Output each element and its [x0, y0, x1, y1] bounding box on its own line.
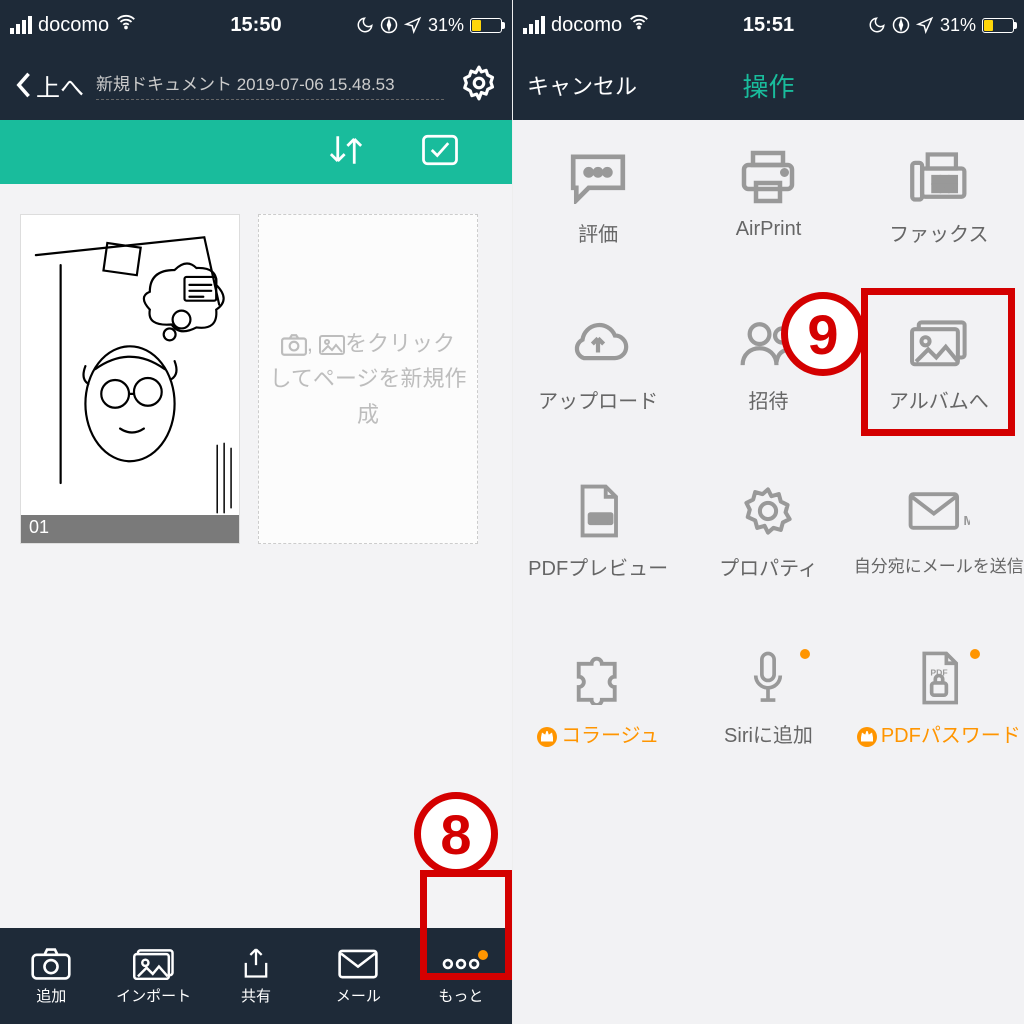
- puzzle-icon: [567, 651, 629, 705]
- action-pdf-preview[interactable]: PDF PDFプレビュー: [513, 484, 683, 581]
- image-icon: [319, 334, 345, 356]
- share-icon: [235, 947, 277, 981]
- action-rate[interactable]: 評価: [513, 150, 683, 247]
- premium-badge-icon: [857, 727, 877, 747]
- battery-pct: 31%: [428, 15, 464, 36]
- svg-text:PDF: PDF: [592, 515, 611, 525]
- page-title: 操作: [742, 67, 794, 104]
- annotation-9: 9: [781, 292, 865, 376]
- notification-dot: [970, 649, 980, 659]
- camera-icon: [281, 334, 307, 356]
- sketch-preview: [21, 215, 239, 543]
- mail-icon: [337, 947, 379, 981]
- location-icon: [404, 16, 422, 34]
- chat-icon: [567, 150, 629, 204]
- action-fax[interactable]: ファックス: [854, 150, 1024, 247]
- annotation-8: 8: [414, 792, 498, 876]
- cancel-button[interactable]: キャンセル: [527, 69, 637, 101]
- action-collage[interactable]: コラージュ: [513, 651, 683, 748]
- notification-dot: [800, 649, 810, 659]
- action-airprint[interactable]: AirPrint: [683, 150, 853, 247]
- select-button[interactable]: [418, 128, 462, 177]
- highlight-box-9: [861, 288, 1015, 436]
- tab-add[interactable]: 追加: [0, 928, 102, 1024]
- mail-me-icon: ME: [908, 484, 970, 538]
- signal-icon: [523, 16, 545, 34]
- highlight-box-8: [420, 870, 512, 980]
- page-number-badge: 01: [21, 515, 239, 543]
- wifi-icon: [115, 11, 137, 39]
- wifi-icon: [628, 11, 650, 39]
- premium-badge-icon: [537, 727, 557, 747]
- battery-icon: [470, 18, 502, 33]
- clock-label: 15:51: [743, 14, 794, 37]
- add-page-hint: , をクリック してページを新規作成: [259, 326, 477, 432]
- add-page-tile[interactable]: , をクリック してページを新規作成: [258, 214, 478, 544]
- dnd-icon: [356, 16, 374, 34]
- sort-button[interactable]: [324, 128, 368, 177]
- compass-icon: [892, 16, 910, 34]
- compass-icon: [380, 16, 398, 34]
- dnd-icon: [868, 16, 886, 34]
- action-siri[interactable]: Siriに追加: [683, 651, 853, 748]
- microphone-icon: [737, 651, 799, 705]
- action-toolbar: [0, 120, 512, 184]
- gear-icon: [737, 484, 799, 538]
- action-mail-self[interactable]: ME 自分宛にメールを送信: [854, 484, 1024, 581]
- pdf-preview-icon: PDF: [567, 484, 629, 538]
- carrier-label: docomo: [38, 14, 109, 37]
- back-label: 上へ: [36, 68, 84, 103]
- nav-bar: キャンセル 操作: [513, 50, 1024, 120]
- nav-bar: 上へ 新規ドキュメント 2019-07-06 15.48.53: [0, 50, 512, 120]
- back-button[interactable]: 上へ: [14, 68, 84, 103]
- status-bar: docomo 15:50 31%: [0, 0, 512, 50]
- settings-button[interactable]: [460, 64, 498, 107]
- page-thumbnail[interactable]: 01: [20, 214, 240, 544]
- location-icon: [916, 16, 934, 34]
- action-property[interactable]: プロパティ: [683, 484, 853, 581]
- image-import-icon: [133, 947, 175, 981]
- fax-icon: [908, 150, 970, 204]
- camera-icon: [30, 947, 72, 981]
- status-bar: docomo 15:51 31%: [513, 0, 1024, 50]
- battery-pct: 31%: [940, 15, 976, 36]
- battery-icon: [982, 18, 1014, 33]
- pdf-lock-icon: PDF: [908, 651, 970, 705]
- clock-label: 15:50: [230, 14, 281, 37]
- printer-icon: [737, 150, 799, 204]
- action-upload[interactable]: アップロード: [513, 317, 683, 414]
- actions-panel: 評価 AirPrint ファックス アップロード 招待 アルバムへ: [513, 120, 1024, 1024]
- signal-icon: [10, 16, 32, 34]
- screen-left: docomo 15:50 31% 上へ 新規ドキュメント 2019-07-06 …: [0, 0, 512, 1024]
- svg-text:ME: ME: [963, 513, 969, 528]
- cloud-upload-icon: [567, 317, 629, 371]
- carrier-label: docomo: [551, 14, 622, 37]
- tab-import[interactable]: インポート: [102, 928, 204, 1024]
- document-title-input[interactable]: 新規ドキュメント 2019-07-06 15.48.53: [96, 70, 444, 100]
- tab-share[interactable]: 共有: [205, 928, 307, 1024]
- action-pdf-password[interactable]: PDF PDFパスワード: [854, 651, 1024, 748]
- screen-right: docomo 15:51 31% キャンセル 操作 評価 AirPrint: [512, 0, 1024, 1024]
- tab-mail[interactable]: メール: [307, 928, 409, 1024]
